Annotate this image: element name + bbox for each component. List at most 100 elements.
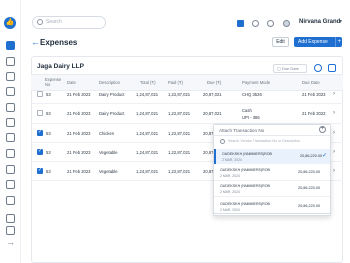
alert-icon[interactable] (6, 180, 15, 189)
avatar[interactable] (283, 20, 290, 27)
button-divider (335, 37, 336, 47)
tag-icon[interactable] (6, 133, 15, 142)
transaction-search-placeholder: Search Vendor Transaction No or Descript… (228, 139, 301, 143)
table-row[interactable]: 53 21 Feb 2023 Dairy Product 1,24,87,021… (31, 104, 343, 124)
option-name: OUDEKSKH (NNMMERS)ROB (222, 152, 272, 156)
chevron-right-icon[interactable]: › (333, 91, 335, 97)
page-title: Expenses (40, 38, 78, 47)
company-name[interactable]: Nirvana Grand (299, 19, 340, 25)
gear-icon[interactable] (252, 20, 259, 27)
option-name: OUDEKSKH (NNMMERS)ROB (220, 202, 270, 206)
reports-icon[interactable] (6, 87, 15, 96)
row-checkbox[interactable] (37, 129, 43, 136)
transaction-option[interactable]: OUDEKSKH (NNMMERS)ROB 2 MAR, 2024 20,86,… (214, 149, 330, 164)
cell-expense-no: 53 (46, 169, 51, 174)
add-expense-button[interactable]: Add Expense + (294, 37, 342, 47)
search-placeholder: Search (46, 19, 62, 25)
orders-icon[interactable] (6, 72, 15, 81)
dropdown-header: Attach Transaction No + (214, 125, 330, 136)
back-arrow-icon[interactable]: ← (31, 37, 40, 47)
cell-expense-no: 53 (46, 150, 51, 155)
cell-total: 1,24,87,021 (136, 131, 159, 136)
cell-due-date: 21 Feb 2023 (302, 92, 326, 97)
top-bar: Search Nirvana Grand ▾ (21, 12, 350, 32)
logout-icon[interactable]: → (6, 238, 15, 247)
row-checkbox[interactable] (37, 110, 43, 116)
invoices-icon[interactable] (6, 57, 15, 66)
cell-description: Dairy Product (99, 111, 125, 116)
cell-due: 20,87,021 (203, 92, 222, 97)
option-amount: 20,86,220.00 (298, 186, 321, 190)
cell-payment-mode[interactable]: Cash (242, 108, 252, 113)
settings-icon[interactable] (6, 226, 15, 235)
sidebar: 👍 → (0, 0, 21, 263)
cell-paid: 1,22,87,021 (168, 92, 191, 97)
transaction-option[interactable]: OUDEKSKH (NNMMERS)ROB 2 MAR, 2024 20,86,… (214, 165, 330, 180)
row-checkbox[interactable] (37, 167, 43, 174)
cell-date: 21 Feb 2023 (67, 131, 91, 136)
cell-paid: 1,22,87,021 (168, 111, 191, 116)
dropdown-title: Attach Transaction No (219, 128, 265, 133)
cell-date: 21 Feb 2023 (67, 92, 91, 97)
calendar-icon[interactable] (6, 118, 15, 127)
transaction-option[interactable]: OUDEKSKH (NNMMERS)ROB 2 MAR, 2024 20,86,… (214, 181, 330, 196)
row-checkbox[interactable] (37, 91, 43, 97)
add-expense-label: Add Expense (298, 39, 328, 45)
print-icon[interactable] (314, 64, 322, 72)
transaction-search-input[interactable]: Search Vendor Transaction No or Descript… (214, 137, 330, 147)
cell-expense-no: 53 (46, 92, 51, 97)
option-amount: 20,86,220.00 (300, 154, 323, 158)
dashboard-icon[interactable] (6, 41, 15, 50)
chevron-right-icon[interactable]: › (333, 110, 335, 116)
cell-paid: 1,22,87,021 (168, 169, 191, 174)
option-name: OUDEKSKH (NNMMERS)ROB (220, 184, 270, 188)
global-search-input[interactable]: Search (32, 16, 106, 29)
table-row[interactable]: 53 21 Feb 2023 Dairy Product 1,24,87,021… (31, 85, 343, 104)
option-date: 2 MAR, 2024 (220, 174, 240, 178)
check-icon: ✓ (322, 153, 328, 159)
cell-due: 20,87,021 (203, 111, 222, 116)
cell-description: Vegetable (99, 169, 118, 174)
cell-description: Vegetable (99, 150, 118, 155)
bell-icon[interactable] (267, 20, 274, 27)
chevron-right-icon[interactable]: › (333, 149, 335, 155)
cell-description: Dairy Product (99, 92, 125, 97)
cell-description: Chicken (99, 131, 115, 136)
chevron-right-icon[interactable]: › (333, 168, 335, 174)
transaction-option[interactable]: OUDEKSKH (NNMMERS)ROB 2 MAR, 2024 20,86,… (213, 199, 331, 214)
bank-icon[interactable] (6, 196, 15, 205)
cell-total: 1,24,87,021 (136, 169, 159, 174)
cell-payment-mode-secondary[interactable]: UPI - 386 (242, 115, 260, 120)
row-checkbox[interactable] (37, 148, 43, 155)
chevron-down-icon[interactable]: ▾ (339, 18, 342, 25)
search-icon (37, 19, 43, 25)
cell-expense-no: 53 (46, 111, 51, 116)
export-icon[interactable] (328, 64, 336, 72)
chevron-right-icon[interactable]: › (333, 130, 335, 136)
plus-square-icon[interactable] (237, 20, 244, 27)
option-amount: 20,86,220.00 (298, 204, 321, 208)
add-transaction-icon[interactable]: + (319, 126, 326, 133)
edit-button[interactable]: Edit (272, 37, 289, 47)
cart-icon[interactable] (6, 103, 15, 112)
option-date: 2 MAR, 2024 (220, 190, 240, 194)
cell-payment-mode[interactable]: CHQ 3526 (242, 92, 262, 97)
cell-date: 21 Feb 2023 (67, 150, 91, 155)
cell-paid: 1,22,87,021 (168, 131, 191, 136)
option-name: OUDEKSKH (NNMMERS)ROB (220, 168, 270, 172)
due-date-filter-label: Due Date (281, 66, 299, 71)
users-icon[interactable] (6, 214, 15, 223)
option-date: 2 MAR, 2024 (220, 208, 240, 212)
cell-total: 1,24,87,021 (136, 111, 159, 116)
app-logo-icon[interactable]: 👍 (4, 17, 16, 29)
due-date-filter[interactable]: ▢ Due Date (273, 64, 307, 73)
cell-paid: 1,22,87,021 (168, 150, 191, 155)
cell-date: 21 Feb 2023 (67, 111, 91, 116)
cell-total: 1,24,87,021 (136, 92, 159, 97)
cell-due-date: 21 Feb 2023 (302, 111, 326, 116)
inventory-icon[interactable] (6, 165, 15, 174)
cell-date: 21 Feb 2023 (67, 169, 91, 174)
plus-icon[interactable]: + (337, 37, 341, 47)
cell-expense-no: 53 (46, 131, 51, 136)
document-icon[interactable] (6, 149, 15, 158)
